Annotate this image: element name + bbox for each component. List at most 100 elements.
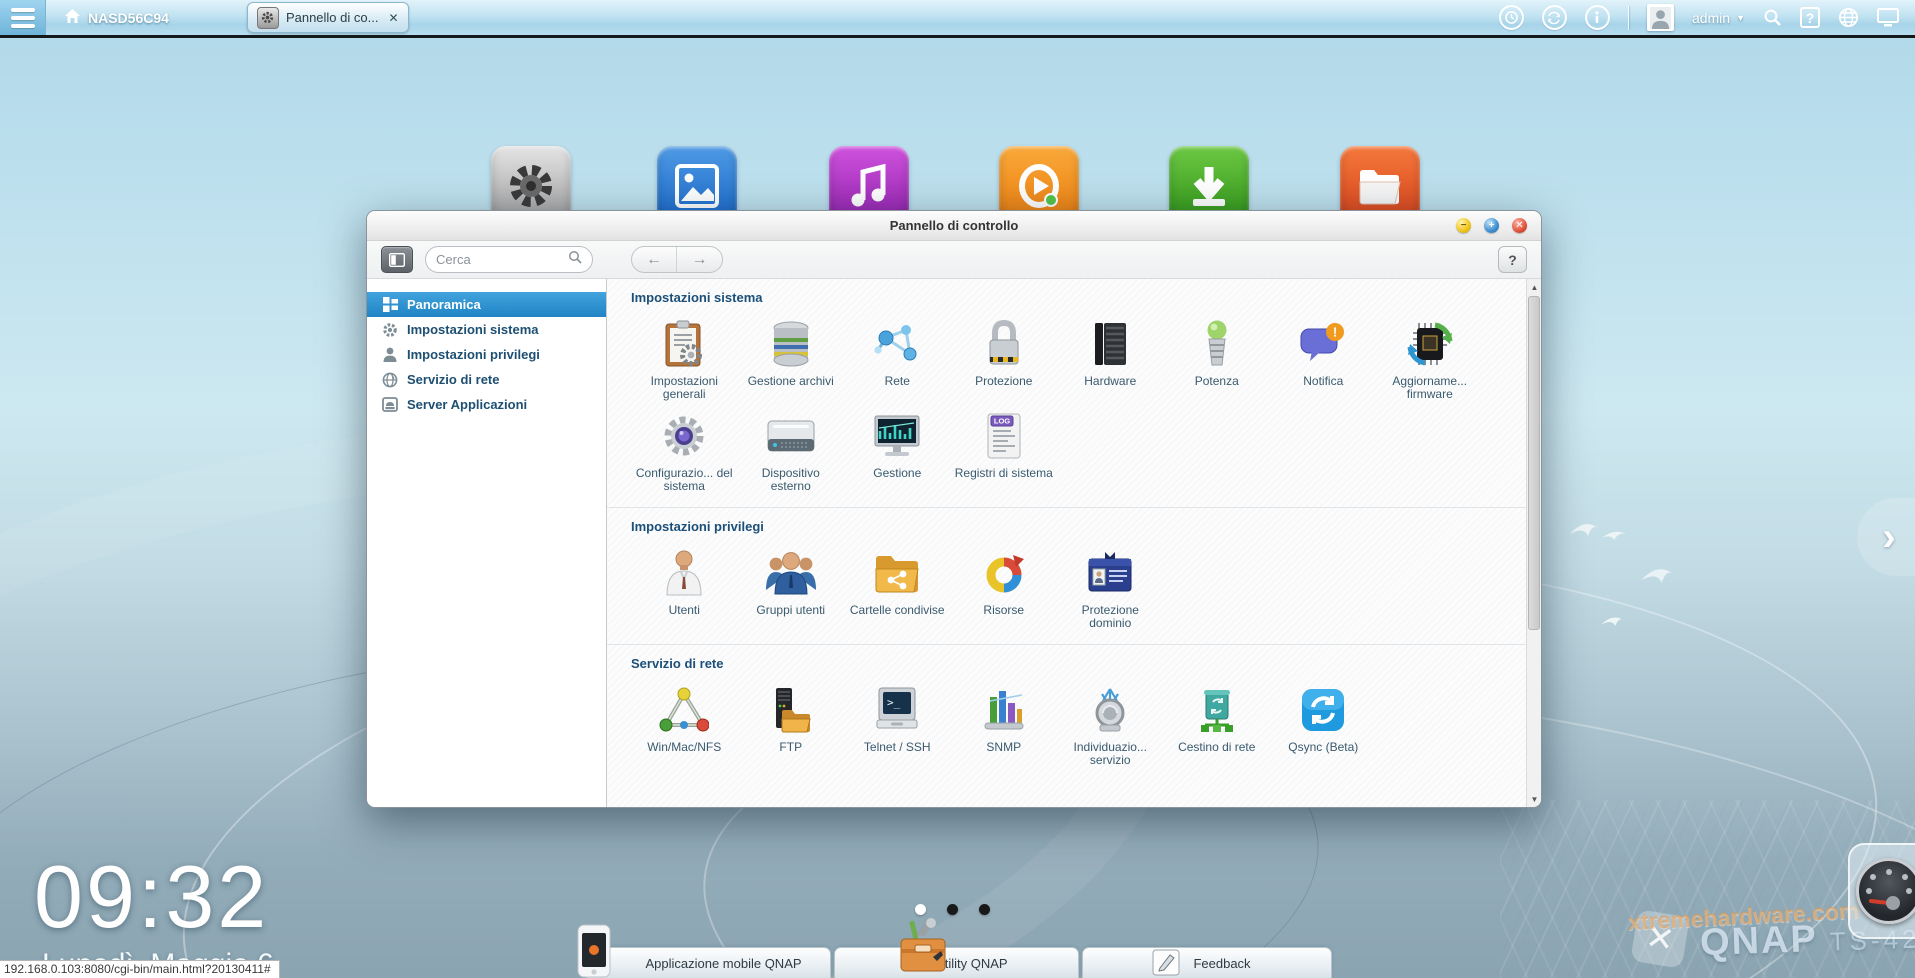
dock-item-utility[interactable]: Utility QNAP	[834, 947, 1079, 978]
page-dot-3[interactable]	[979, 904, 990, 915]
app-qsync-beta[interactable]: Qsync (Beta)	[1270, 683, 1377, 767]
app-label: SNMP	[986, 741, 1021, 754]
app-win-mac-nfs[interactable]: Win/Mac/NFS	[631, 683, 738, 767]
app-gestione-archivi[interactable]: Gestione archivi	[738, 317, 845, 401]
sidebar-item-label: Server Applicazioni	[407, 397, 527, 412]
window-titlebar[interactable]: Pannello di controllo − + ✕	[367, 211, 1541, 241]
minimize-button[interactable]: −	[1456, 218, 1471, 233]
app-gruppi-utenti[interactable]: Gruppi utenti	[738, 546, 845, 630]
app-aggiorname-firmware[interactable]: Aggiorname... firmware	[1377, 317, 1484, 401]
app-label: Protezione dominio	[1060, 604, 1160, 630]
maximize-button[interactable]: +	[1484, 218, 1499, 233]
shared-folder-icon	[870, 546, 924, 600]
user-menu[interactable]: admin ▼	[1692, 10, 1745, 26]
app-telnet-ssh[interactable]: >_Telnet / SSH	[844, 683, 951, 767]
dashboard-gauge-widget[interactable]	[1848, 843, 1915, 939]
app-protezione-dominio[interactable]: Protezione dominio	[1057, 546, 1164, 630]
tab-close-icon[interactable]: ✕	[388, 11, 398, 25]
taskbar-right: admin ▼ ?	[1499, 4, 1915, 31]
search-input[interactable]	[436, 252, 562, 267]
app-label: Cestino di rete	[1178, 741, 1255, 754]
app-label: Protezione	[975, 375, 1032, 388]
app-label: Notifica	[1303, 375, 1343, 388]
app-cestino-di-rete[interactable]: Cestino di rete	[1164, 683, 1271, 767]
app-rete[interactable]: Rete	[844, 317, 951, 401]
window-help-button[interactable]: ?	[1498, 246, 1527, 273]
app-grid: Utenti Gruppi utentiCartelle condivise Ris…	[631, 546, 1501, 638]
scrollbar-thumb[interactable]	[1528, 296, 1540, 630]
svg-text:>_: >_	[887, 696, 901, 709]
sidebar-item-servizio-di-rete[interactable]: Servizio di rete	[367, 367, 606, 392]
dock-item-mobile-app[interactable]: Applicazione mobile QNAP	[586, 947, 831, 978]
home-button[interactable]: NASD56C94	[64, 8, 169, 27]
sidebar-item-label: Panoramica	[407, 297, 481, 312]
padlock-icon	[977, 317, 1031, 371]
monitor-chart-icon	[870, 409, 924, 463]
avatar[interactable]	[1647, 4, 1674, 31]
desktop: NASD56C94 Pannello di co... ✕ admin ▼ ?	[0, 0, 1915, 978]
app-utenti[interactable]: Utenti	[631, 546, 738, 630]
app-registri-di-sistema[interactable]: LOGRegistri di sistema	[951, 409, 1058, 493]
app-label: Risorse	[983, 604, 1024, 617]
control-panel-sidebar: Panoramica Impostazioni sistemaImpostazio…	[367, 279, 607, 807]
forward-button[interactable]: →	[677, 247, 722, 272]
desktop-page-dots	[915, 904, 990, 915]
device-name: NASD56C94	[88, 10, 169, 26]
app-cartelle-condivise[interactable]: Cartelle condivise	[844, 546, 951, 630]
sidebar-item-panoramica[interactable]: Panoramica	[367, 292, 606, 317]
server-tower-icon	[1083, 317, 1137, 371]
next-desktop-page-button[interactable]: ›	[1857, 498, 1915, 576]
app-snmp[interactable]: SNMP	[951, 683, 1058, 767]
app-ftp[interactable]: FTP	[738, 683, 845, 767]
snmp-bars-icon	[977, 683, 1031, 737]
section-title: Impostazioni privilegi	[631, 519, 1526, 534]
main-menu-button[interactable]	[0, 0, 46, 35]
help-icon[interactable]: ?	[1800, 7, 1820, 28]
search-icon[interactable]	[1763, 8, 1782, 27]
firmware-chip-icon	[1403, 317, 1457, 371]
window-title: Pannello di controllo	[890, 218, 1019, 233]
page-dot-1[interactable]	[915, 904, 926, 915]
app-individuazio-servizio[interactable]: Individuazio... servizio	[1057, 683, 1164, 767]
app-configurazio-del-sistema[interactable]: Configurazio... del sistema	[631, 409, 738, 493]
sidebar-item-server-applicazioni[interactable]: Server Applicazioni	[367, 392, 606, 417]
app-risorse[interactable]: Risorse	[951, 546, 1058, 630]
background-task-icon[interactable]	[1542, 5, 1567, 30]
app-notifica[interactable]: !Notifica	[1270, 317, 1377, 401]
desktop-switch-icon[interactable]	[1877, 8, 1899, 27]
close-button[interactable]: ✕	[1512, 218, 1527, 233]
globe-icon	[382, 372, 398, 388]
language-globe-icon[interactable]	[1838, 7, 1859, 28]
dock-item-feedback[interactable]: Feedback	[1082, 947, 1332, 978]
page-dot-2[interactable]	[947, 904, 958, 915]
app-label: Individuazio... servizio	[1060, 741, 1160, 767]
app-server-icon	[382, 397, 398, 413]
id-card-icon	[1083, 546, 1137, 600]
scroll-down-arrow[interactable]: ▼	[1527, 791, 1541, 807]
tab-label: Pannello di co...	[286, 10, 379, 25]
scrollbar[interactable]: ▲ ▼	[1526, 279, 1541, 807]
taskbar-tab-control-panel[interactable]: Pannello di co... ✕	[247, 2, 409, 33]
app-protezione[interactable]: Protezione	[951, 317, 1058, 401]
sidebar-toggle-button[interactable]	[381, 246, 413, 273]
section-servizio-di-rete: Servizio di reteWin/Mac/NFSFTP>_Telnet /…	[607, 644, 1526, 781]
info-icon[interactable]	[1585, 5, 1610, 30]
app-dispositivo-esterno[interactable]: Dispositivo esterno	[738, 409, 845, 493]
app-impostazioni-generali[interactable]: Impostazioni generali	[631, 317, 738, 401]
taskbar-divider	[1628, 6, 1629, 30]
app-label: Configurazio... del sistema	[634, 467, 734, 493]
scroll-up-arrow[interactable]: ▲	[1527, 279, 1541, 295]
back-button[interactable]: ←	[632, 247, 677, 272]
gear-lens-icon	[657, 409, 711, 463]
app-gestione[interactable]: Gestione	[844, 409, 951, 493]
sidebar-item-impostazioni-sistema[interactable]: Impostazioni sistema	[367, 317, 606, 342]
home-icon	[64, 8, 81, 27]
app-hardware[interactable]: Hardware	[1057, 317, 1164, 401]
app-potenza[interactable]: Potenza	[1164, 317, 1271, 401]
network-nodes-icon	[870, 317, 924, 371]
clock-icon[interactable]	[1499, 5, 1524, 30]
sidebar-item-impostazioni-privilegi[interactable]: Impostazioni privilegi	[367, 342, 606, 367]
app-label: Utenti	[669, 604, 700, 617]
username: admin	[1692, 10, 1730, 26]
terminal-icon: >_	[870, 683, 924, 737]
